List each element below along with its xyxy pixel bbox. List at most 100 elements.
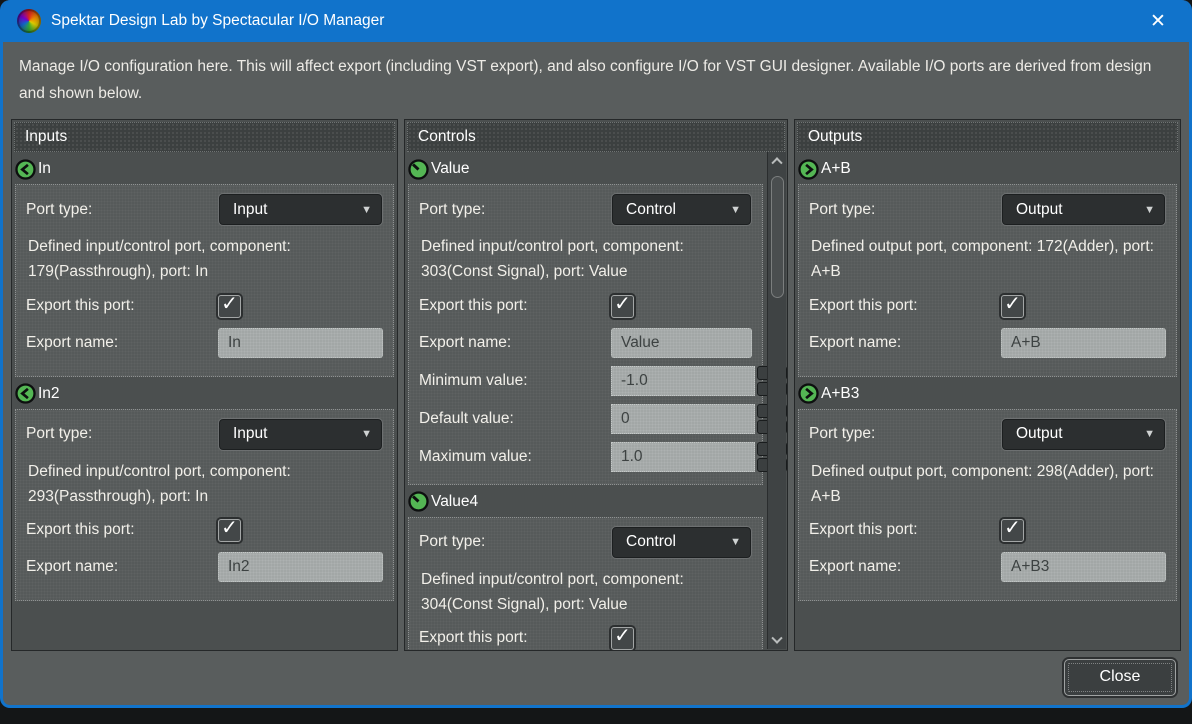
- port-type-label: Port type:: [809, 201, 1001, 219]
- port-entry-body: Port type: Control ▼ Defined input/contr…: [408, 517, 763, 652]
- controls-scrollbar[interactable]: [767, 152, 786, 649]
- checkmark-icon: ✓: [1004, 294, 1021, 314]
- port-type-dropdown[interactable]: Output ▼: [1001, 418, 1166, 451]
- chevron-down-icon: [771, 633, 782, 644]
- outputs-column-header: Outputs: [797, 122, 1178, 152]
- port-type-row: Port type: Input ▼: [16, 418, 393, 451]
- minimum-value-row: Minimum value: -1.0 ▲ ▼: [409, 366, 762, 396]
- export-port-row: Export this port: ✓: [16, 519, 393, 542]
- io-manager-dialog: Spektar Design Lab by Spectacular I/O Ma…: [0, 0, 1192, 708]
- export-port-checkbox[interactable]: ✓: [611, 627, 634, 650]
- maximum-value-row: Maximum value: 1.0 ▲ ▼: [409, 442, 762, 472]
- port-entry-header: In2: [12, 379, 397, 409]
- scroll-down-button[interactable]: [768, 633, 786, 649]
- control-port-icon: [408, 159, 429, 180]
- export-port-checkbox[interactable]: ✓: [218, 295, 241, 318]
- port-type-dropdown[interactable]: Input ▼: [218, 193, 383, 226]
- chevron-down-icon: ▼: [730, 204, 741, 216]
- port-type-dropdown[interactable]: Control ▼: [611, 193, 752, 226]
- export-name-input[interactable]: A+B: [1001, 328, 1166, 358]
- export-name-input[interactable]: Value: [611, 328, 752, 358]
- export-port-label: Export this port:: [419, 629, 611, 647]
- export-port-row: Export this port: ✓: [799, 519, 1176, 542]
- minimum-value-label: Minimum value:: [419, 372, 611, 390]
- port-type-dropdown[interactable]: Input ▼: [218, 418, 383, 451]
- export-name-label: Export name:: [419, 334, 611, 352]
- export-name-row: Export name: A+B: [799, 328, 1176, 358]
- port-description: Defined output port, component: 298(Adde…: [799, 459, 1176, 513]
- export-name-row: Export name: In: [16, 328, 393, 358]
- export-port-label: Export this port:: [26, 297, 218, 315]
- port-entry-header: Value4: [405, 487, 766, 517]
- minimum-value-input[interactable]: -1.0: [611, 366, 755, 396]
- port-description: Defined input/control port, component: 1…: [16, 234, 393, 288]
- port-type-row: Port type: Control ▼: [409, 526, 762, 559]
- port-name: Value: [431, 160, 470, 178]
- export-port-checkbox[interactable]: ✓: [1001, 519, 1024, 542]
- export-name-input[interactable]: In2: [218, 552, 383, 582]
- checkmark-icon: ✓: [221, 518, 238, 538]
- input-port-icon: [15, 383, 36, 404]
- controls-column: Controls Value Port type: Control: [404, 119, 788, 651]
- export-port-checkbox[interactable]: ✓: [1001, 295, 1024, 318]
- maximum-value-input[interactable]: 1.0: [611, 442, 755, 472]
- titlebar: Spektar Design Lab by Spectacular I/O Ma…: [3, 0, 1189, 42]
- export-name-label: Export name:: [26, 334, 218, 352]
- export-name-input[interactable]: In: [218, 328, 383, 358]
- chevron-down-icon: ▼: [1144, 204, 1155, 216]
- export-port-row: Export this port: ✓: [16, 295, 393, 318]
- port-type-label: Port type:: [26, 201, 218, 219]
- port-type-row: Port type: Output ▼: [799, 193, 1176, 226]
- port-description: Defined input/control port, component: 2…: [16, 459, 393, 513]
- checkmark-icon: ✓: [1004, 518, 1021, 538]
- default-value-row: Default value: 0 ▲ ▼: [409, 404, 762, 434]
- maximum-value-label: Maximum value:: [419, 448, 611, 466]
- chevron-down-icon: ▼: [361, 428, 372, 440]
- output-port-icon: [798, 159, 819, 180]
- scrollbar-thumb[interactable]: [771, 176, 784, 298]
- port-type-row: Port type: Control ▼: [409, 193, 762, 226]
- app-logo-spiral-icon: [17, 9, 41, 33]
- port-type-dropdown[interactable]: Output ▼: [1001, 193, 1166, 226]
- port-name: In: [38, 160, 51, 178]
- export-port-row: Export this port: ✓: [409, 295, 762, 318]
- port-name: Value4: [431, 493, 478, 511]
- export-name-input[interactable]: A+B3: [1001, 552, 1166, 582]
- port-entry-body: Port type: Input ▼ Defined input/control…: [15, 184, 394, 376]
- export-name-row: Export name: In2: [16, 552, 393, 582]
- port-entry-header: Value: [405, 154, 766, 184]
- control-port-icon: [408, 491, 429, 512]
- port-entry-body: Port type: Output ▼ Defined output port,…: [798, 409, 1177, 601]
- port-name: In2: [38, 385, 60, 403]
- port-type-dropdown[interactable]: Control ▼: [611, 526, 752, 559]
- export-port-label: Export this port:: [26, 521, 218, 539]
- export-port-checkbox[interactable]: ✓: [611, 295, 634, 318]
- export-port-row: Export this port: ✓: [799, 295, 1176, 318]
- export-port-label: Export this port:: [809, 297, 1001, 315]
- chevron-down-icon: ▼: [361, 204, 372, 216]
- port-entry-header: A+B: [795, 154, 1180, 184]
- port-entry-header: In: [12, 154, 397, 184]
- export-port-checkbox[interactable]: ✓: [218, 519, 241, 542]
- controls-column-content: Value Port type: Control ▼ Defined input…: [405, 154, 766, 651]
- port-description: Defined output port, component: 172(Adde…: [799, 234, 1176, 288]
- intro-text: Manage I/O configuration here. This will…: [3, 42, 1189, 111]
- outputs-column: Outputs A+B Port type: Output ▼ Defined …: [794, 119, 1181, 651]
- dialog-footer: Close: [3, 651, 1189, 703]
- export-port-label: Export this port:: [419, 297, 611, 315]
- close-button[interactable]: Close: [1064, 659, 1176, 696]
- port-entry-header: A+B3: [795, 379, 1180, 409]
- default-value-input[interactable]: 0: [611, 404, 755, 434]
- checkmark-icon: ✓: [221, 294, 238, 314]
- export-port-label: Export this port:: [809, 521, 1001, 539]
- scroll-up-button[interactable]: [768, 152, 786, 168]
- port-type-label: Port type:: [419, 201, 611, 219]
- window-close-button[interactable]: ✕: [1141, 10, 1175, 33]
- port-entry-body: Port type: Output ▼ Defined output port,…: [798, 184, 1177, 376]
- port-type-row: Port type: Output ▼: [799, 418, 1176, 451]
- port-type-row: Port type: Input ▼: [16, 193, 393, 226]
- export-name-label: Export name:: [26, 558, 218, 576]
- port-type-label: Port type:: [419, 533, 611, 551]
- chevron-down-icon: ▼: [1144, 428, 1155, 440]
- output-port-icon: [798, 383, 819, 404]
